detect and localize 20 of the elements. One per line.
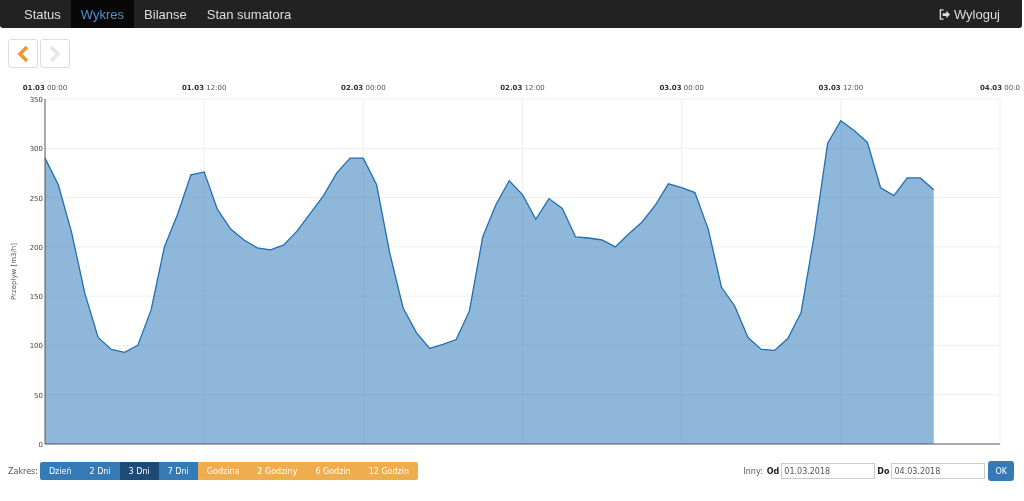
range-button[interactable]: 3 Dni [119, 462, 159, 480]
to-date-field[interactable]: 04.03.2018 [891, 463, 986, 479]
nav-tab[interactable]: Status [14, 0, 71, 28]
from-date-field[interactable]: 01.03.2018 [781, 463, 876, 479]
nav-tab[interactable]: Wykres [70, 0, 135, 28]
range-button[interactable]: 2 Dni [80, 462, 120, 480]
range-button[interactable]: Dzień [39, 462, 81, 480]
previous-button[interactable] [8, 39, 38, 68]
from-label: Od [766, 466, 780, 476]
range-label: Zakres: [8, 466, 38, 476]
logout-link[interactable]: Wyloguj [928, 0, 1022, 28]
ok-button[interactable]: OK [988, 461, 1014, 481]
to-label: Do [877, 466, 890, 476]
nav-tab[interactable]: Bilanse [134, 0, 197, 28]
range-button[interactable]: 7 Dni [158, 462, 198, 480]
chevron-right-icon [48, 44, 62, 63]
nav-tab[interactable]: Stan sumatora [196, 0, 302, 28]
custom-range-label: Inny: [743, 466, 763, 476]
logout-icon [938, 8, 950, 20]
chevron-left-icon [16, 44, 30, 63]
